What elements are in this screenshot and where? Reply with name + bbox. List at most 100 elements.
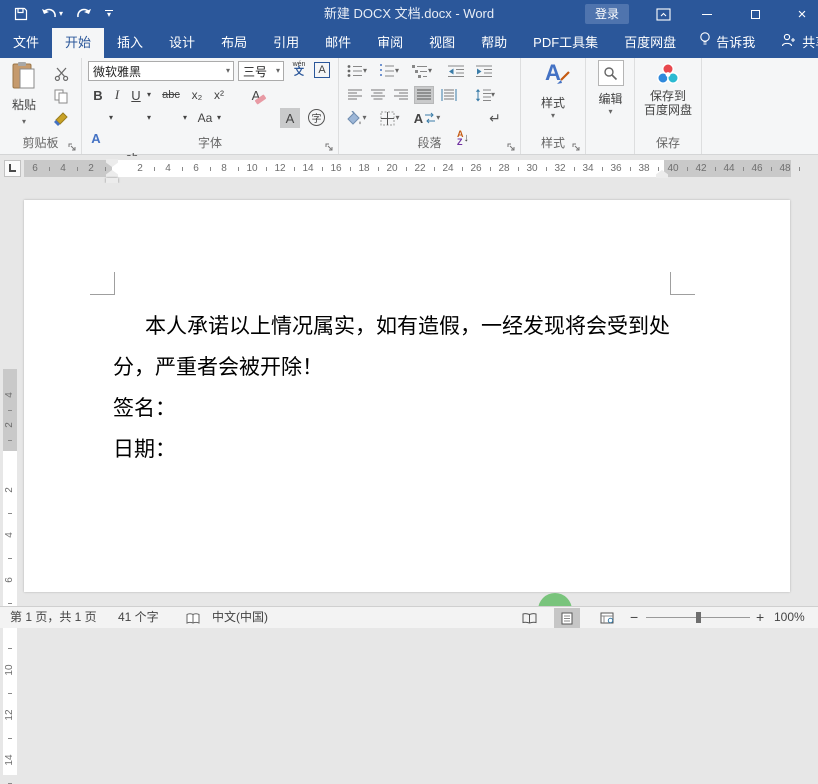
underline-button[interactable]: U bbox=[128, 85, 144, 105]
align-left-icon[interactable] bbox=[345, 86, 365, 104]
save-to-baidu-button[interactable]: 保存到 百度网盘 bbox=[637, 60, 699, 117]
underline-dropdown-icon[interactable]: ▾ bbox=[144, 85, 154, 105]
distributed-icon[interactable] bbox=[438, 86, 460, 104]
bold-button[interactable]: B bbox=[90, 85, 106, 105]
tab-pdf-tools[interactable]: PDF工具集 bbox=[520, 28, 611, 58]
zoom-percentage[interactable]: 100% bbox=[774, 607, 805, 628]
page-indicator[interactable]: 第 1 页，共 1 页 bbox=[10, 607, 97, 628]
styles-group: A 样式 ▾ 样式 bbox=[521, 58, 586, 154]
ruler-tick bbox=[378, 167, 379, 171]
clipboard-dialog-launcher-icon[interactable] bbox=[68, 141, 77, 150]
editing-dropdown-icon[interactable]: ▾ bbox=[591, 109, 630, 115]
tab-baidu-netdisk[interactable]: 百度网盘 bbox=[611, 28, 689, 58]
shading-button[interactable]: ▾ bbox=[343, 108, 369, 128]
copy-icon[interactable] bbox=[50, 86, 72, 106]
tab-stop-selector[interactable] bbox=[4, 160, 21, 177]
ribbon-display-options-icon[interactable] bbox=[648, 0, 678, 28]
align-right-icon[interactable] bbox=[391, 86, 411, 104]
paragraph-dialog-launcher-icon[interactable] bbox=[507, 141, 516, 150]
tab-mailings[interactable]: 邮件 bbox=[312, 28, 364, 58]
minimize-button[interactable] bbox=[692, 0, 722, 28]
language-indicator[interactable]: 中文(中国) bbox=[212, 607, 268, 628]
tab-tell-me[interactable]: 告诉我 bbox=[689, 28, 765, 58]
font-name-value: 微软雅黑 bbox=[89, 63, 226, 80]
asian-layout-button[interactable]: A ▾ bbox=[413, 108, 441, 128]
font-size-combo[interactable]: 三号 ▾ bbox=[238, 61, 284, 81]
tab-design[interactable]: 设计 bbox=[156, 28, 208, 58]
styles-dialog-launcher-icon[interactable] bbox=[572, 141, 581, 150]
tab-file[interactable]: 文件 bbox=[0, 28, 52, 58]
share-button[interactable]: 共享 bbox=[765, 28, 818, 58]
tab-layout[interactable]: 布局 bbox=[208, 28, 260, 58]
zoom-in-button[interactable]: + bbox=[756, 607, 764, 628]
save-baidu-label-1: 保存到 bbox=[637, 89, 699, 103]
change-case-button[interactable]: Aa bbox=[194, 108, 216, 128]
text-effects-dropdown-icon[interactable]: ▾ bbox=[106, 108, 116, 128]
styles-dropdown-icon[interactable]: ▾ bbox=[525, 113, 581, 119]
editing-button[interactable]: 编辑 ▾ bbox=[591, 60, 630, 115]
ruler-number: 14 bbox=[3, 754, 17, 765]
ruler-number: 4 bbox=[3, 532, 17, 538]
vertical-ruler[interactable]: 422468101214 bbox=[3, 369, 17, 775]
close-button[interactable]: × bbox=[787, 0, 817, 28]
show-hide-marks-button[interactable]: ↵ bbox=[485, 108, 505, 128]
maximize-button[interactable] bbox=[740, 0, 770, 28]
ruler-tick bbox=[8, 693, 12, 694]
zoom-out-button[interactable]: − bbox=[630, 607, 638, 628]
justify-button[interactable] bbox=[414, 86, 434, 104]
line-spacing-button[interactable]: ▾ bbox=[471, 86, 499, 104]
sign-in-button[interactable]: 登录 bbox=[585, 4, 629, 24]
tab-home[interactable]: 开始 bbox=[52, 28, 104, 58]
read-mode-icon[interactable] bbox=[516, 608, 542, 628]
web-layout-icon[interactable] bbox=[594, 608, 620, 628]
ruler-tick bbox=[154, 167, 155, 171]
print-layout-icon[interactable] bbox=[554, 608, 580, 628]
ruler-tick bbox=[105, 167, 106, 171]
italic-button[interactable]: I bbox=[110, 85, 124, 105]
tab-help[interactable]: 帮助 bbox=[468, 28, 520, 58]
phonetic-guide-icon[interactable]: wén 文 bbox=[288, 61, 310, 81]
document-page[interactable]: 本人承诺以上情况属实，如有造假，一经发现将会受到处 分，严重者会被开除！ 签名：… bbox=[24, 200, 790, 592]
ruler-number: 2 bbox=[3, 422, 17, 428]
numbering-button[interactable]: ▾ bbox=[377, 62, 401, 80]
align-center-icon[interactable] bbox=[368, 86, 388, 104]
borders-button[interactable]: ▾ bbox=[377, 108, 403, 128]
clear-formatting-button[interactable]: A bbox=[244, 85, 268, 105]
ruler-number: 48 bbox=[779, 160, 790, 177]
font-name-combo[interactable]: 微软雅黑 ▾ bbox=[88, 61, 234, 81]
superscript-button[interactable]: x² bbox=[210, 85, 228, 105]
paste-dropdown-icon[interactable]: ▾ bbox=[22, 117, 26, 126]
zoom-slider-handle[interactable] bbox=[696, 612, 701, 623]
strikethrough-button[interactable]: abc bbox=[158, 85, 184, 105]
format-painter-icon[interactable] bbox=[50, 108, 72, 128]
font-group: 微软雅黑 ▾ 三号 ▾ wén 文 A B I U ▾ abc x₂ x² A … bbox=[82, 58, 339, 154]
enclose-characters-button[interactable]: 字 bbox=[308, 109, 325, 126]
ruler-tick bbox=[8, 603, 12, 604]
subscript-button[interactable]: x₂ bbox=[188, 85, 206, 105]
font-dialog-launcher-icon[interactable] bbox=[325, 141, 334, 150]
change-case-dropdown-icon[interactable]: ▾ bbox=[214, 108, 224, 128]
tab-references[interactable]: 引用 bbox=[260, 28, 312, 58]
styles-icon: A bbox=[525, 60, 581, 90]
ruler-number: 10 bbox=[246, 160, 257, 177]
increase-indent-icon[interactable] bbox=[473, 62, 495, 80]
ruler-number: 34 bbox=[582, 160, 593, 177]
character-border-icon[interactable]: A bbox=[314, 62, 330, 78]
character-shading-button[interactable]: A bbox=[280, 108, 300, 128]
bullets-button[interactable]: ▾ bbox=[345, 62, 369, 80]
font-color-dropdown-icon[interactable]: ▾ bbox=[180, 108, 190, 128]
tab-insert[interactable]: 插入 bbox=[104, 28, 156, 58]
horizontal-ruler[interactable]: 6422468101214161820222426283032343638404… bbox=[24, 160, 791, 177]
cut-icon[interactable] bbox=[50, 64, 72, 84]
paste-button[interactable]: 粘贴 ▾ bbox=[5, 61, 43, 133]
ruler-number: 2 bbox=[3, 487, 17, 493]
tab-view[interactable]: 视图 bbox=[416, 28, 468, 58]
word-count[interactable]: 41 个字 bbox=[118, 607, 159, 628]
font-size-dropdown-icon[interactable]: ▾ bbox=[276, 68, 283, 74]
styles-button[interactable]: A 样式 ▾ bbox=[525, 60, 581, 119]
multilevel-list-button[interactable]: ▾ bbox=[409, 62, 435, 80]
tab-review[interactable]: 审阅 bbox=[364, 28, 416, 58]
highlight-dropdown-icon[interactable]: ▾ bbox=[144, 108, 154, 128]
decrease-indent-icon[interactable] bbox=[445, 62, 467, 80]
font-name-dropdown-icon[interactable]: ▾ bbox=[226, 68, 233, 74]
